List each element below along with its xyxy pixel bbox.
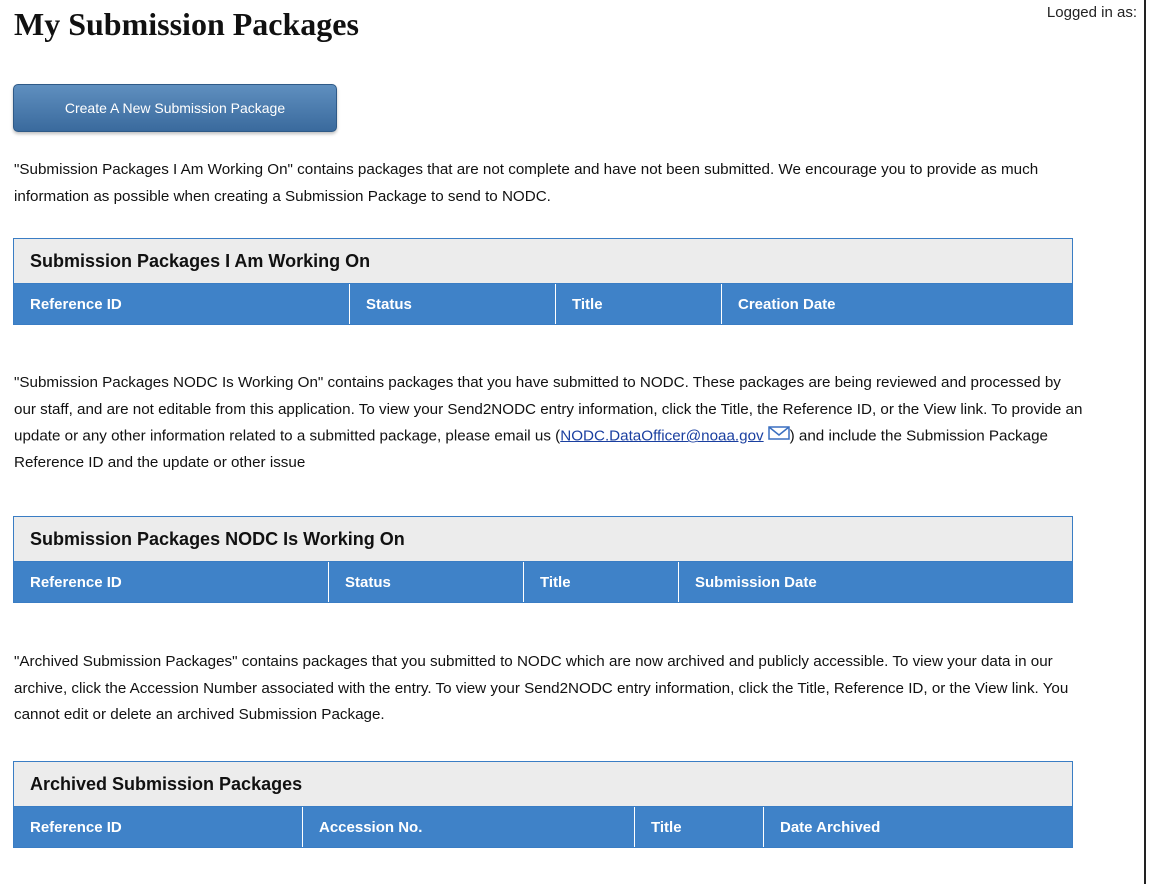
col-reference-id[interactable]: Reference ID: [14, 284, 350, 324]
logged-in-label: Logged in as:: [1046, 4, 1137, 21]
mail-icon[interactable]: [767, 423, 790, 450]
col-date-archived[interactable]: Date Archived: [764, 807, 1072, 847]
working-on-header-row: Reference ID Status Title Creation Date: [14, 284, 1072, 324]
nodc-working-header-row: Reference ID Status Title Submission Dat…: [14, 562, 1072, 602]
archived-description: "Archived Submission Packages" contains …: [14, 653, 1069, 723]
col-accession-no[interactable]: Accession No.: [303, 807, 635, 847]
nodc-working-description: "Submission Packages NODC Is Working On"…: [14, 370, 1084, 476]
page-title: My Submission Packages: [14, 6, 359, 42]
working-on-description: "Submission Packages I Am Working On" co…: [14, 161, 1039, 205]
col-status[interactable]: Status: [329, 562, 524, 602]
working-on-table: Submission Packages I Am Working On Refe…: [13, 238, 1073, 325]
window-edge: [1144, 0, 1146, 884]
col-title[interactable]: Title: [635, 807, 764, 847]
working-on-table-title: Submission Packages I Am Working On: [14, 239, 1072, 284]
archived-table-title: Archived Submission Packages: [14, 762, 1072, 807]
create-submission-package-button[interactable]: Create A New Submission Package: [13, 84, 337, 132]
col-creation-date[interactable]: Creation Date: [722, 284, 1072, 324]
nodc-working-table-title: Submission Packages NODC Is Working On: [14, 517, 1072, 562]
email-link[interactable]: NODC.DataOfficer@noaa.gov: [560, 427, 763, 444]
col-reference-id[interactable]: Reference ID: [14, 562, 329, 602]
col-reference-id[interactable]: Reference ID: [14, 807, 303, 847]
archived-table: Archived Submission Packages Reference I…: [13, 761, 1073, 848]
col-title[interactable]: Title: [524, 562, 679, 602]
col-submission-date[interactable]: Submission Date: [679, 562, 1072, 602]
col-status[interactable]: Status: [350, 284, 556, 324]
nodc-working-table: Submission Packages NODC Is Working On R…: [13, 516, 1073, 603]
col-title[interactable]: Title: [556, 284, 722, 324]
archived-header-row: Reference ID Accession No. Title Date Ar…: [14, 807, 1072, 847]
